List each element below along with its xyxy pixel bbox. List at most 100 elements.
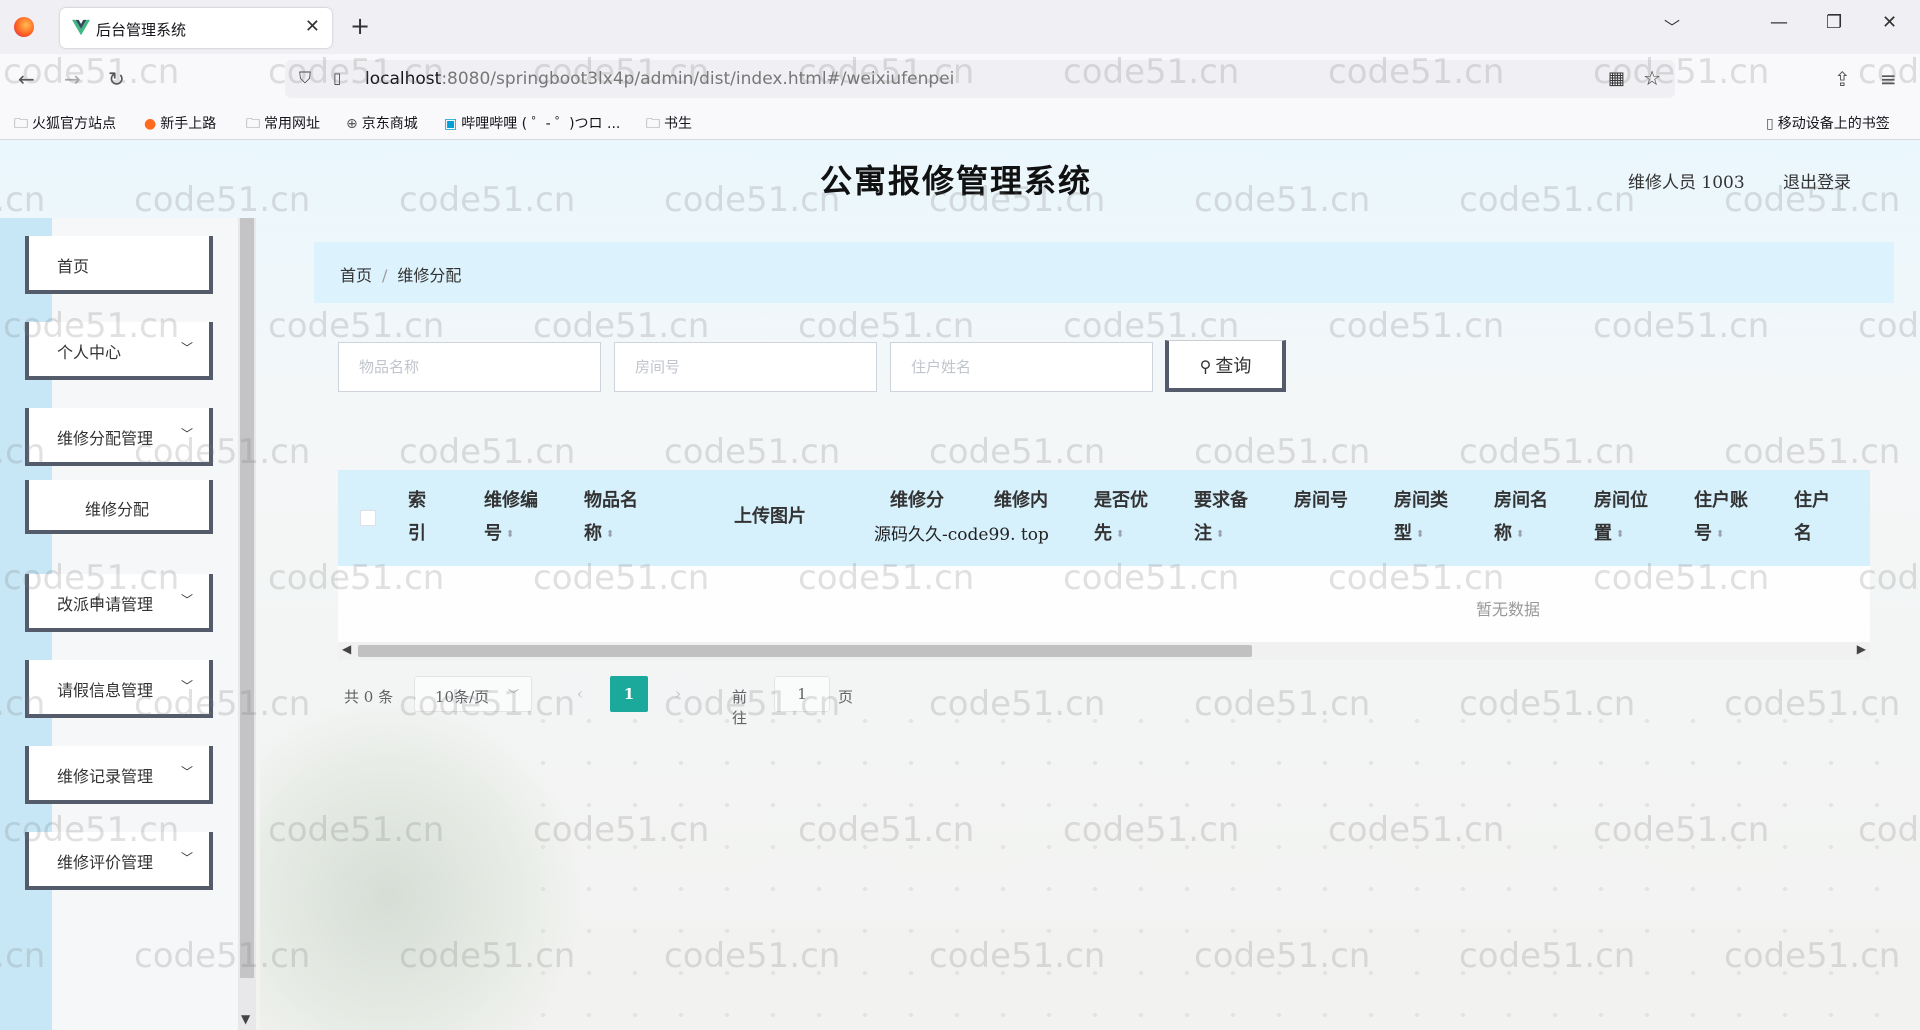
sidebar-item-personal-center[interactable]: 个人中心 ﹀ [25, 322, 213, 380]
column-header-line: 名 [1794, 523, 1812, 544]
goto-label: 前往 [732, 688, 748, 727]
column-header[interactable]: 房间号 [1294, 484, 1348, 517]
page-size-select[interactable]: 10条/页 ﹀ [414, 676, 532, 712]
column-header-line: 维修分 [890, 490, 944, 511]
star-icon[interactable]: ☆ [1643, 66, 1661, 90]
reload-icon[interactable]: ↻ [108, 67, 125, 91]
chevron-down-icon: ﹀ [180, 593, 193, 607]
firefox-icon: ● [144, 116, 157, 132]
sidebar-item-reassign-request-mgmt[interactable]: 改派申请管理 ﹀ [25, 574, 213, 632]
forward-arrow-icon[interactable]: → [64, 67, 81, 91]
page-title: 公寓报修管理系统 [820, 162, 1093, 200]
breadcrumb-current: 维修分配 [397, 266, 462, 285]
sidebar-item-repair-assignment-mgmt[interactable]: 维修分配管理 ﹀ [25, 408, 213, 466]
sort-icon[interactable]: ⬍ [606, 518, 614, 551]
column-header[interactable]: 房间位置 ⬍ [1594, 484, 1648, 551]
shield-icon: ⛉ [299, 68, 312, 87]
background-dots [520, 700, 1920, 1030]
sidebar-item-repair-record-mgmt[interactable]: 维修记录管理 ﹀ [25, 746, 213, 804]
data-table: 索引维修编号 ⬍ 物品名称 ⬍ 上传图片 维修分 维修内 是否优先 ⬍ 要求备注 ⬍ 房间号 房间类型 ⬍… [338, 470, 1870, 660]
chevron-down-icon[interactable]: ▼ [241, 1012, 250, 1026]
column-header[interactable]: 住户名 [1794, 484, 1830, 550]
sidebar-scrollbar[interactable]: ▼ [238, 218, 256, 1030]
column-header-line: 上传图片 [734, 506, 806, 527]
search-icon: ⚲ [1199, 356, 1212, 376]
bookmark-item[interactable]: 🗀 火狐官方站点 [14, 113, 116, 137]
sidebar-item-home[interactable]: 首页 [25, 236, 213, 294]
select-all-checkbox[interactable] [360, 510, 376, 526]
room-number-input[interactable] [614, 342, 877, 392]
plus-icon[interactable]: + [350, 12, 370, 40]
scrollbar-thumb[interactable] [240, 218, 254, 978]
sort-icon[interactable]: ⬍ [1516, 518, 1524, 551]
column-header[interactable]: 索引 [408, 484, 426, 550]
extensions-icon[interactable]: ⇪ [1834, 67, 1851, 91]
close-icon[interactable]: ✕ [305, 16, 320, 37]
chevron-down-icon[interactable]: ﹀ [1664, 14, 1680, 38]
url-bar[interactable]: ⛉ ▯ localhost:8080/springboot3lx4p/admin… [285, 60, 1675, 98]
qr-code-icon[interactable]: ▦ [1608, 68, 1625, 89]
goto-page-input[interactable] [774, 676, 830, 712]
tab-title: 后台管理系统 [96, 21, 187, 39]
sort-icon[interactable]: ⬍ [506, 518, 514, 551]
chevron-down-icon: ﹀ [180, 851, 193, 865]
column-header[interactable]: 房间类型 ⬍ [1394, 484, 1448, 551]
sort-icon[interactable]: ⬍ [1116, 518, 1124, 551]
next-page-button[interactable]: › [660, 676, 696, 712]
column-header-line: 维修编 [484, 490, 538, 511]
bookmark-item[interactable]: 🗀 书生 [646, 113, 692, 137]
sort-icon[interactable]: ⬍ [1216, 518, 1224, 551]
sort-icon[interactable]: ⬍ [1616, 518, 1624, 551]
column-header[interactable]: 是否优先 ⬍ [1094, 484, 1148, 551]
bookmark-mobile[interactable]: ▯ 移动设备上的书签 [1766, 113, 1890, 133]
column-header[interactable]: 维修内 [994, 484, 1048, 517]
sidebar-item-leave-info-mgmt[interactable]: 请假信息管理 ﹀ [25, 660, 213, 718]
resident-name-input[interactable] [890, 342, 1153, 392]
url-text[interactable]: localhost:8080/springboot3lx4p/admin/dis… [365, 69, 954, 89]
chevron-down-icon: ﹀ [180, 679, 193, 693]
table-scrollbar[interactable]: ◀ ▶ [338, 642, 1870, 660]
scrollbar-thumb[interactable] [358, 645, 1252, 657]
sidebar-item-repair-review-mgmt[interactable]: 维修评价管理 ﹀ [25, 832, 213, 890]
sort-icon[interactable]: ⬍ [1716, 518, 1724, 551]
menu-icon[interactable]: ≡ [1880, 67, 1897, 91]
column-header[interactable]: 住户账号 ⬍ [1694, 484, 1748, 551]
restore-icon[interactable]: ❐ [1826, 12, 1842, 33]
bookmarks-bar: 🗀 火狐官方站点 ● 新手上路 🗀 常用网址 ⊕ 京东商城 ▣ 哔哩哔哩 ( ゜- ゜)つ… [0, 104, 1920, 140]
chevron-left-icon[interactable]: ◀ [342, 642, 351, 656]
browser-tab[interactable]: 后台管理系统 ✕ [60, 8, 332, 48]
column-header[interactable]: 维修编号 ⬍ [484, 484, 538, 551]
bookmark-item[interactable]: ⊕ 京东商城 [346, 113, 418, 133]
page-icon: ▯ [333, 69, 342, 87]
minimize-icon[interactable]: — [1770, 12, 1788, 33]
chevron-right-icon[interactable]: ▶ [1857, 642, 1866, 656]
column-header[interactable]: 物品名称 ⬍ [584, 484, 638, 551]
breadcrumb-home[interactable]: 首页 [340, 266, 372, 285]
bookmark-item[interactable]: 🗀 常用网址 [246, 113, 320, 137]
page: 公寓报修管理系统 维修人员 1003 退出登录 首页 个人中心 ﹀ 维修分配管理 ﹀… [0, 140, 1920, 1030]
column-header-line: 引 [408, 523, 426, 544]
column-header[interactable]: 要求备注 ⬍ [1194, 484, 1248, 551]
firefox-logo-icon [14, 17, 34, 37]
prev-page-button[interactable]: ‹ [562, 676, 598, 712]
column-header-line: 住户账 [1694, 490, 1748, 511]
back-arrow-icon[interactable]: ← [18, 67, 35, 91]
logout-button[interactable]: 退出登录 [1783, 168, 1851, 193]
column-header[interactable]: 上传图片 [734, 500, 806, 533]
column-header[interactable]: 房间名称 ⬍ [1494, 484, 1548, 551]
column-header[interactable]: 维修分 [890, 484, 944, 517]
item-name-input[interactable] [338, 342, 601, 392]
search-button[interactable]: ⚲ 查询 [1165, 340, 1286, 392]
user-info: 维修人员 1003 [1628, 173, 1745, 193]
folder-icon: 🗀 [646, 116, 660, 132]
folder-icon: 🗀 [246, 116, 260, 132]
window-close-icon[interactable]: ✕ [1882, 12, 1897, 33]
column-header-line: 型 [1394, 523, 1412, 544]
page-number-button[interactable]: 1 [610, 676, 648, 712]
bookmark-item[interactable]: ▣ 哔哩哔哩 ( ゜- ゜)つロ ... [444, 113, 620, 133]
sidebar-subitem-repair-assignment[interactable]: 维修分配 [25, 480, 213, 534]
bookmark-item[interactable]: ● 新手上路 [144, 113, 216, 133]
mouse-cursor-icon: ☝ [92, 590, 102, 609]
sort-icon[interactable]: ⬍ [1416, 518, 1424, 551]
column-header-line: 号 [484, 523, 502, 544]
